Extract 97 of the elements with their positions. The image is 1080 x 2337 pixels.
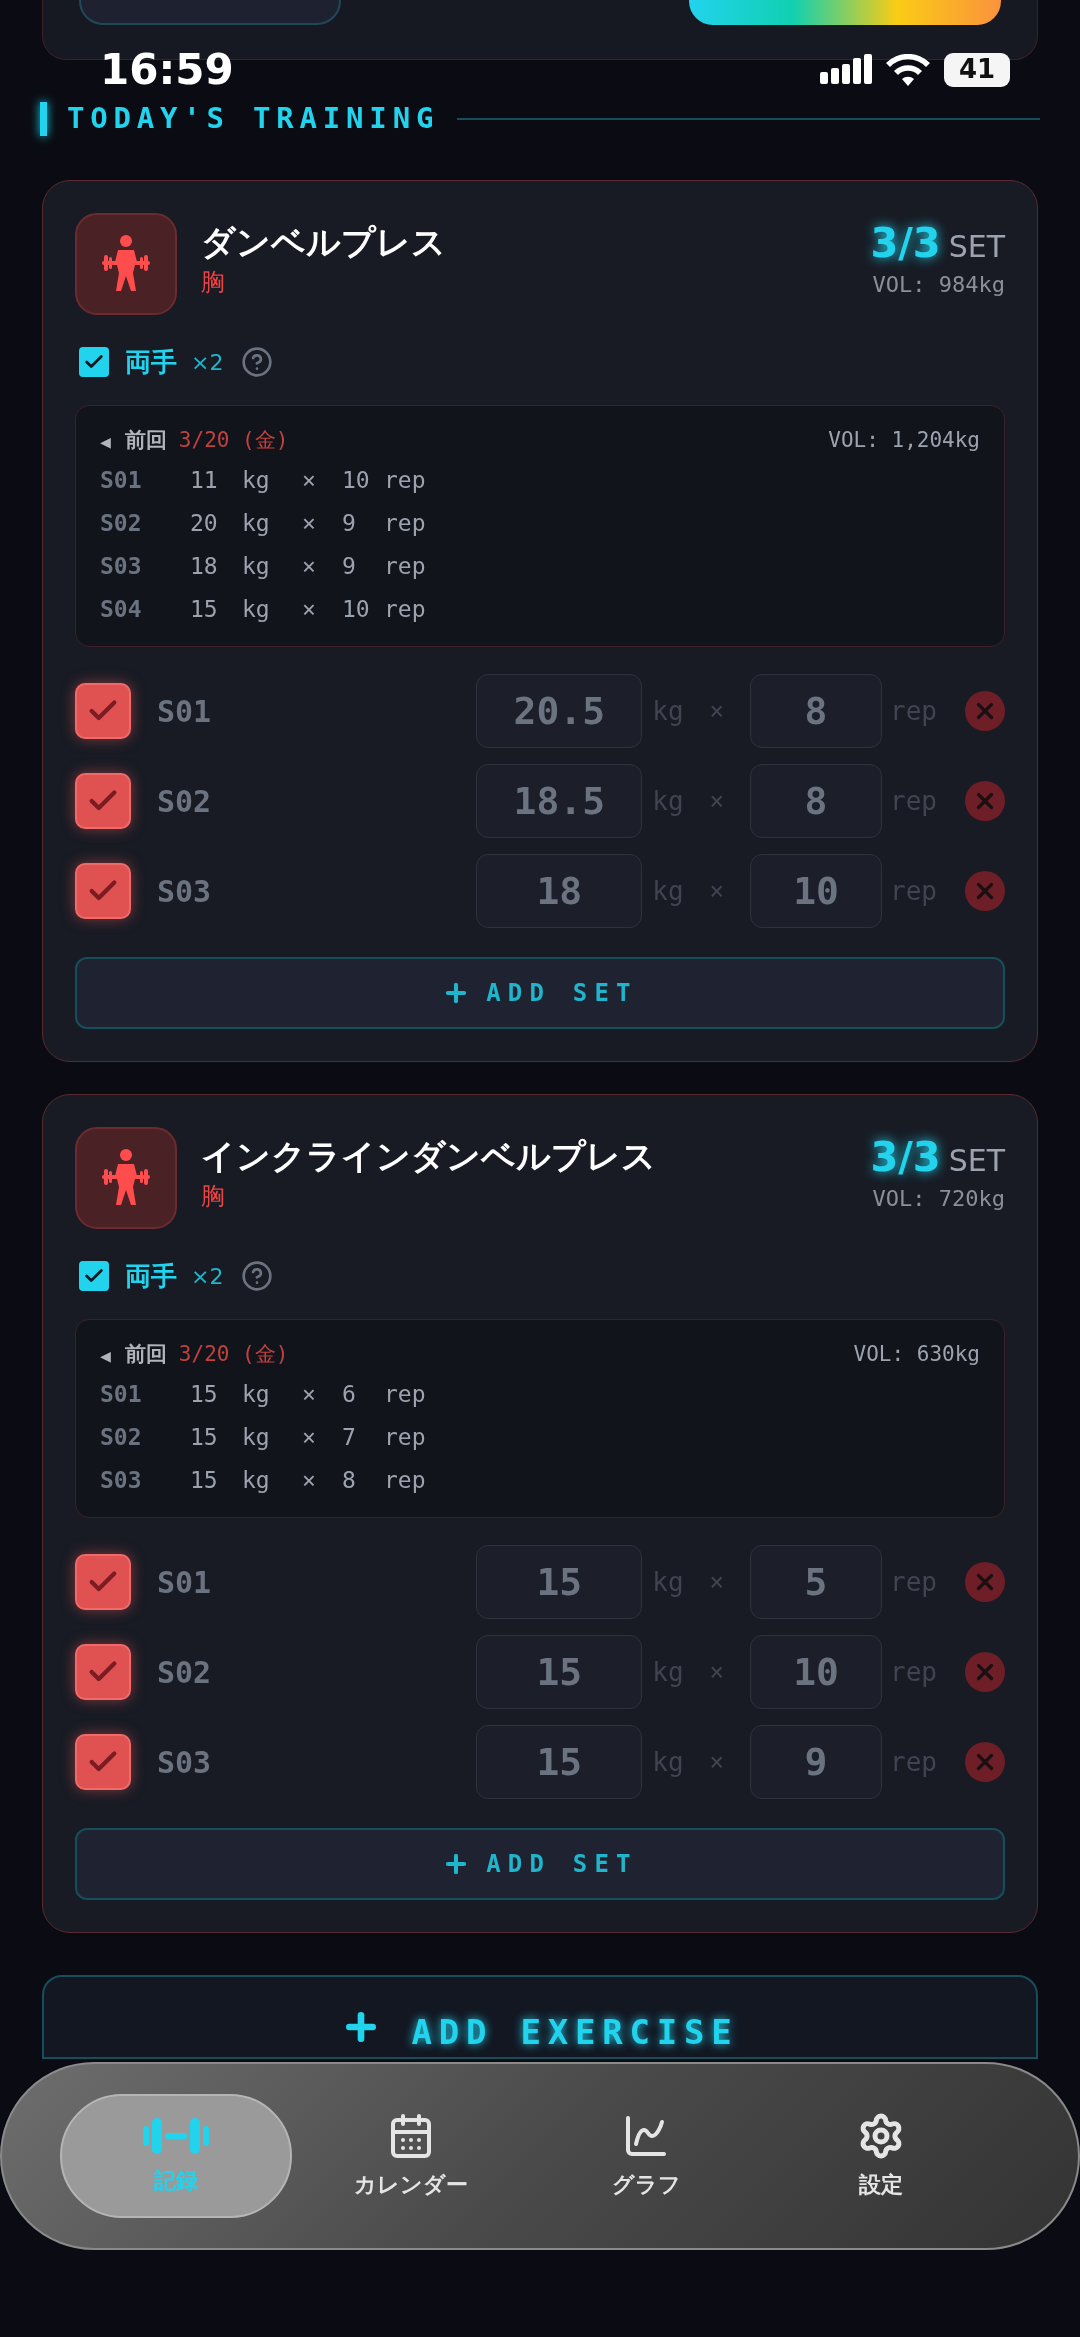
previous-date: 3/20 (金) — [178, 1341, 289, 1369]
previous-weight: 15 — [190, 1380, 219, 1410]
reps-field[interactable]: 10 — [750, 1635, 883, 1709]
previous-reps: 10 — [342, 466, 370, 496]
previous-volume: VOL: 630kg — [853, 1341, 980, 1369]
times-sign: × — [302, 466, 317, 496]
previous-reps: 8 — [342, 1466, 357, 1496]
reps-field[interactable]: 10 — [750, 854, 883, 928]
reps-field[interactable]: 8 — [750, 764, 883, 838]
previous-set-label: S01 — [100, 1380, 143, 1410]
previous-reps-unit: rep — [384, 552, 426, 582]
previous-reps-unit: rep — [384, 595, 426, 625]
previous-weight: 15 — [190, 595, 219, 625]
muscle-group: 胸 — [201, 265, 446, 299]
weight-field[interactable]: 18.5 — [476, 764, 643, 838]
previous-set-label: S02 — [100, 1423, 143, 1453]
previous-weight-unit: kg — [242, 1423, 271, 1453]
times-sign: × — [302, 595, 317, 625]
previous-weight-unit: kg — [242, 552, 271, 582]
set-label: S03 — [157, 1743, 212, 1782]
reps-field[interactable]: 8 — [750, 674, 883, 748]
previous-set-label: S01 — [100, 466, 143, 496]
previous-weight-unit: kg — [242, 1380, 271, 1410]
set-unit: SET — [948, 1142, 1005, 1180]
previous-weight: 20 — [190, 509, 219, 539]
times-sign: × — [302, 509, 317, 539]
status-time: 16:59 — [100, 44, 234, 96]
exercise-name: インクラインダンベルプレス — [201, 1135, 656, 1178]
set-label: S01 — [157, 692, 212, 731]
previous-reps: 10 — [342, 595, 370, 625]
previous-set-label: S02 — [100, 509, 143, 539]
exercise-name: ダンベルプレス — [201, 221, 446, 264]
weight-field[interactable]: 20.5 — [476, 674, 643, 748]
previous-weight-unit: kg — [242, 509, 271, 539]
add-exercise-button[interactable]: ADD EXERCISE — [42, 1975, 1038, 2059]
reps-field[interactable]: 5 — [750, 1545, 883, 1619]
section-title: TODAY'S TRAINING — [67, 100, 440, 138]
set-label: S03 — [157, 872, 212, 911]
tab-bar-item[interactable]: 設定 — [765, 2094, 997, 2218]
multiplier: ×2 — [191, 348, 224, 377]
set-count: 3/3 — [870, 221, 941, 265]
previous-reps: 7 — [342, 1423, 357, 1453]
multiplier: ×2 — [191, 1262, 224, 1291]
times-sign: × — [709, 696, 725, 727]
add-set-button[interactable]: ADD SET — [75, 957, 1005, 1029]
tab-bar-item[interactable]: グラフ — [530, 2094, 762, 2218]
previous-reps-unit: rep — [384, 1423, 426, 1453]
previous-weight: 15 — [190, 1423, 219, 1453]
back-arrow[interactable]: ◀ — [100, 1341, 111, 1369]
times-sign: × — [709, 1567, 725, 1598]
back-arrow[interactable]: ◀ — [100, 427, 111, 455]
set-label: S01 — [157, 1563, 212, 1602]
weight-field[interactable]: 15 — [476, 1545, 643, 1619]
times-sign: × — [302, 1423, 317, 1453]
previous-reps: 6 — [342, 1380, 357, 1410]
both-hands-label: 両手 — [125, 1259, 177, 1293]
times-sign: × — [302, 552, 317, 582]
times-sign: × — [709, 876, 725, 907]
times-sign: × — [709, 786, 725, 817]
previous-date: 3/20 (金) — [178, 427, 289, 455]
weight-field[interactable]: 15 — [476, 1635, 643, 1709]
previous-set-label: S03 — [100, 1466, 143, 1496]
both-hands-label: 両手 — [125, 345, 177, 379]
previous-set-label: S03 — [100, 552, 143, 582]
times-sign: × — [709, 1657, 725, 1688]
volume-total: VOL: 984kg — [872, 271, 1005, 299]
weight-field[interactable]: 15 — [476, 1725, 643, 1799]
volume-total: VOL: 720kg — [872, 1185, 1005, 1213]
previous-reps: 9 — [342, 552, 357, 582]
previous-weight-unit: kg — [242, 595, 271, 625]
previous-weight: 15 — [190, 1466, 219, 1496]
previous-label: 前回 — [124, 1341, 167, 1369]
previous-reps-unit: rep — [384, 1466, 426, 1496]
previous-reps-unit: rep — [384, 509, 426, 539]
reps-field[interactable]: 9 — [750, 1725, 883, 1799]
set-label: S02 — [157, 1653, 212, 1692]
tab-bar-item[interactable]: カレンダー — [295, 2094, 527, 2218]
times-sign: × — [709, 1747, 725, 1778]
set-count: 3/3 — [870, 1135, 941, 1179]
previous-reps-unit: rep — [384, 1380, 426, 1410]
previous-weight-unit: kg — [242, 1466, 271, 1496]
set-label: S02 — [157, 782, 212, 821]
previous-weight: 11 — [190, 466, 219, 496]
previous-set-label: S04 — [100, 595, 143, 625]
previous-label: 前回 — [124, 427, 167, 455]
muscle-group: 胸 — [201, 1179, 656, 1213]
previous-reps: 9 — [342, 509, 357, 539]
previous-weight: 18 — [190, 552, 219, 582]
add-set-button[interactable]: ADD SET — [75, 1828, 1005, 1900]
weight-field[interactable]: 18 — [476, 854, 643, 928]
previous-volume: VOL: 1,204kg — [828, 427, 980, 455]
set-unit: SET — [948, 228, 1005, 266]
battery-indicator: 41 — [944, 52, 1010, 87]
times-sign: × — [302, 1380, 317, 1410]
previous-weight-unit: kg — [242, 466, 271, 496]
previous-reps-unit: rep — [384, 466, 426, 496]
times-sign: × — [302, 1466, 317, 1496]
